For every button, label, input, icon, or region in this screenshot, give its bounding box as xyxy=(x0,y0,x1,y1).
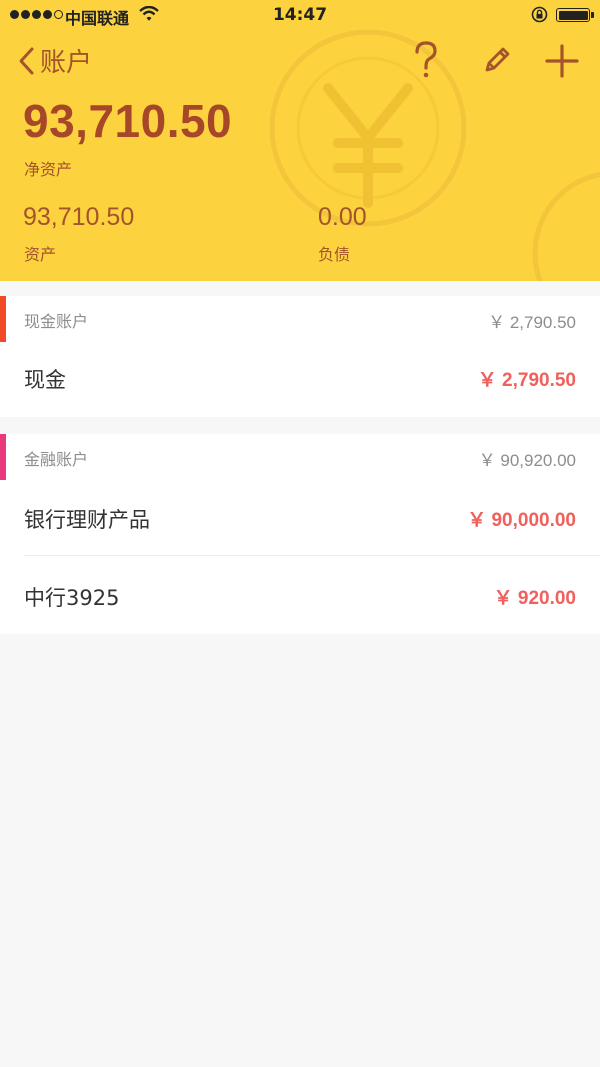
back-label: 账户 xyxy=(40,48,93,78)
account-amount: ￥ 920.00 xyxy=(493,588,576,609)
chevron-left-icon xyxy=(19,47,34,74)
back-button[interactable]: 账户 xyxy=(16,42,92,79)
net-worth-amount: 93,710.50 xyxy=(23,95,233,147)
add-plus-icon[interactable] xyxy=(545,44,579,78)
net-worth-label: 净资产 xyxy=(24,160,73,179)
account-row[interactable]: 现金 ￥ 2,790.50 xyxy=(0,338,600,416)
section-title: 现金账户 xyxy=(24,312,89,331)
status-bar: 中国联通 14:47 xyxy=(0,0,600,32)
battery-icon xyxy=(556,8,590,22)
account-name: 中行3925 xyxy=(24,586,120,610)
assets-label: 资产 xyxy=(24,245,57,264)
account-amount: ￥ 2,790.50 xyxy=(477,370,576,391)
liabilities-label: 负债 xyxy=(318,245,351,264)
status-time: 14:47 xyxy=(272,5,328,25)
rotation-lock-icon xyxy=(531,6,548,23)
liabilities-amount: 0.00 xyxy=(318,203,367,231)
account-section-cash: 现金账户 ￥ 2,790.50 现金 ￥ 2,790.50 xyxy=(0,296,600,417)
section-accent-bar xyxy=(0,434,6,480)
account-name: 银行理财产品 xyxy=(24,508,150,532)
edit-pencil-icon[interactable] xyxy=(481,44,513,76)
summary-header: 中国联通 14:47 账户 93,710.50 净资产 93,710.50 资产… xyxy=(0,0,600,281)
help-icon[interactable] xyxy=(412,40,440,80)
account-row[interactable]: 银行理财产品 ￥ 90,000.00 xyxy=(0,478,600,556)
account-section-financial: 金融账户 ￥ 90,920.00 银行理财产品 ￥ 90,000.00 中行39… xyxy=(0,434,600,634)
account-name: 现金 xyxy=(24,368,66,392)
assets-amount: 93,710.50 xyxy=(23,203,135,231)
coin-watermark-icon xyxy=(532,171,600,281)
account-amount: ￥ 90,000.00 xyxy=(467,510,576,531)
section-total: ￥ 2,790.50 xyxy=(488,313,576,332)
section-title: 金融账户 xyxy=(24,450,89,469)
account-row[interactable]: 中行3925 ￥ 920.00 xyxy=(0,556,600,634)
section-accent-bar xyxy=(0,296,6,342)
section-total: ￥ 90,920.00 xyxy=(478,451,576,470)
